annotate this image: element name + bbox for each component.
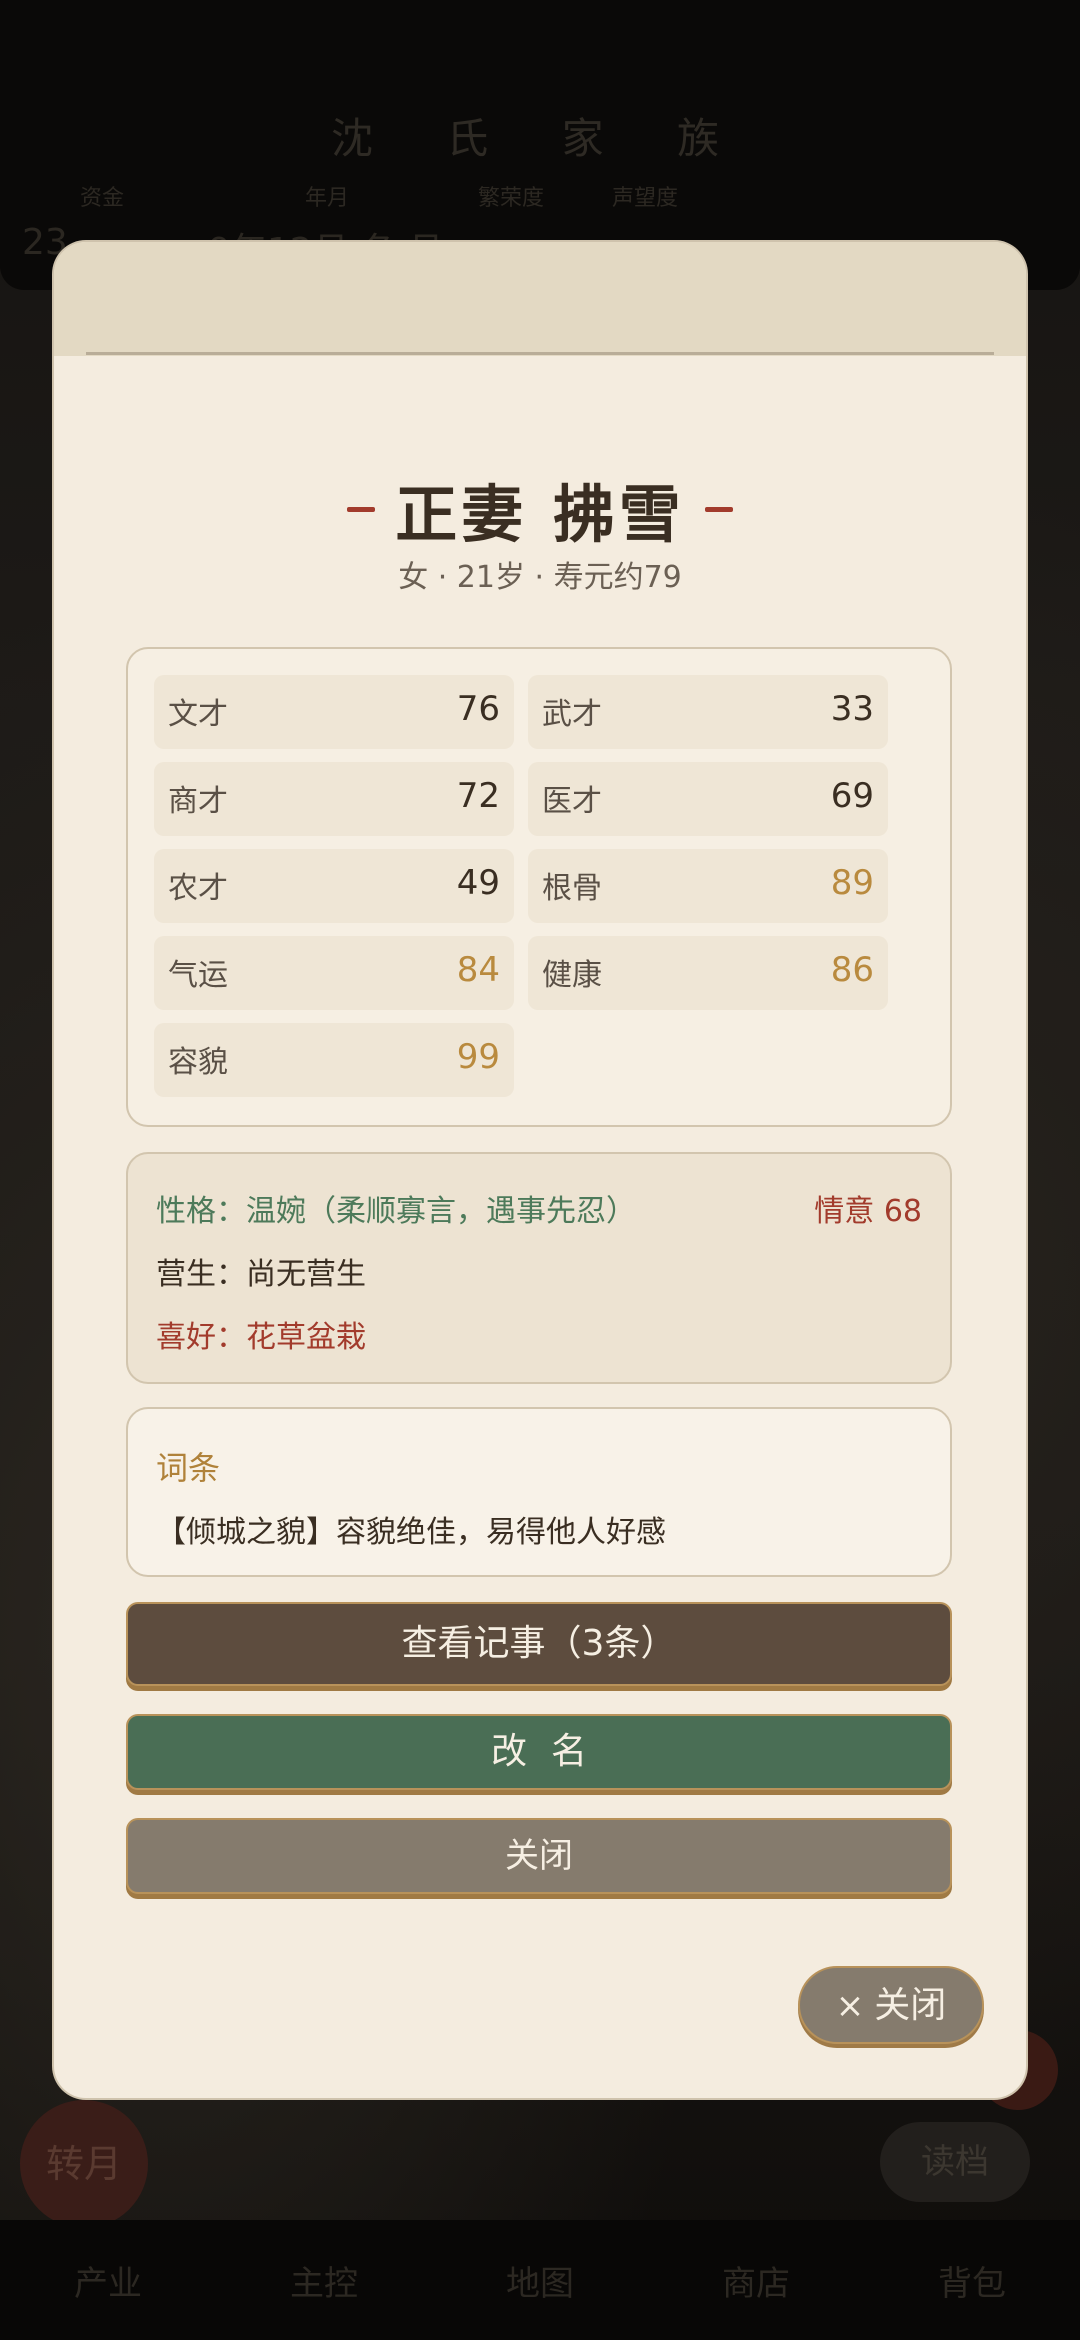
modal-header-bar [54,242,1026,356]
attribute-value: 89 [830,863,874,903]
attribute-name: 健康 [542,958,602,993]
attribute-value: 49 [456,863,500,903]
attribute-name: 医才 [542,784,602,819]
attribute-name: 文才 [168,697,228,732]
character-title-row: 正妻 拂雪 [54,464,1026,554]
tag-panel-title: 词条 [156,1449,221,1487]
title-ornament-left [347,506,376,512]
turn-month-button[interactable]: 转月 [20,2100,148,2228]
close-icon: × [835,1986,865,2026]
bottom-nav: 产业 主控 地图 商店 背包 [0,2220,1080,2340]
floating-close-label: 关闭 [874,1985,947,2026]
attribute-cell: 武才 33 [528,675,888,749]
load-save-button[interactable]: 读档 [880,2122,1030,2202]
attributes-panel: 文才 76 武才 33 商才 72 医才 69 农才 49 根骨 89 气运 8… [126,647,952,1127]
stat-label-prosperity: 繁荣度 [478,186,545,211]
stat-label-prestige: 声望度 [612,186,679,211]
character-subtitle: 女 · 21岁 · 寿元约79 [398,560,682,595]
family-title: 沈 氏 家 族 [330,114,750,163]
nav-item-bag[interactable]: 背包 [897,2256,1047,2305]
trait-tag-panel: 词条 【倾城之貌】容貌绝佳，易得他人好感 [126,1407,952,1577]
attribute-cell: 农才 49 [154,849,514,923]
attribute-name: 根骨 [542,871,602,906]
attribute-cell: 容貌 99 [154,1023,514,1097]
attribute-cell: 气运 84 [154,936,514,1010]
attribute-name: 气运 [168,958,228,993]
attribute-value: 72 [456,776,500,816]
affection-value: 情意 68 [814,1194,922,1229]
attribute-cell: 商才 72 [154,762,514,836]
attribute-cell: 健康 86 [528,936,888,1010]
tag-description: 【倾城之貌】容貌绝佳，易得他人好感 [156,1515,666,1550]
divider [86,352,994,355]
occupation-text: 营生：尚无营生 [156,1257,366,1292]
view-records-button[interactable]: 查看记事（3条） [126,1602,952,1686]
character-detail-modal: 正妻 拂雪 女 · 21岁 · 寿元约79 文才 76 武才 33 商才 72 … [54,242,1026,2098]
attribute-name: 武才 [542,697,602,732]
stat-label-funds: 资金 [80,186,125,211]
nav-item-industry[interactable]: 产业 [33,2256,183,2305]
attribute-value: 76 [456,689,500,729]
rename-button[interactable]: 改名 [126,1714,952,1790]
floating-close-button[interactable]: × 关闭 [798,1966,984,2044]
attribute-cell: 文才 76 [154,675,514,749]
close-button[interactable]: 关闭 [126,1818,952,1894]
stat-label-date: 年月 [305,186,350,211]
attribute-value: 69 [830,776,874,816]
info-panel: 性格：温婉（柔顺寡言，遇事先忍） 情意 68 营生：尚无营生 喜好：花草盆栽 [126,1152,952,1384]
attribute-value: 84 [456,950,500,990]
attribute-name: 农才 [168,871,228,906]
title-ornament-right [704,506,733,512]
attribute-cell: 医才 69 [528,762,888,836]
nav-item-map[interactable]: 地图 [465,2256,615,2305]
attribute-value: 33 [830,689,874,729]
character-title: 正妻 拂雪 [395,478,685,551]
nav-item-shop[interactable]: 商店 [681,2256,831,2305]
nav-item-main[interactable]: 主控 [249,2256,399,2305]
attribute-name: 容貌 [168,1045,228,1080]
hobby-text: 喜好：花草盆栽 [156,1320,366,1355]
attribute-cell: 根骨 89 [528,849,888,923]
attribute-value: 86 [830,950,874,990]
personality-text: 性格：温婉（柔顺寡言，遇事先忍） [156,1194,636,1229]
attribute-name: 商才 [168,784,228,819]
attribute-value: 99 [456,1037,500,1077]
